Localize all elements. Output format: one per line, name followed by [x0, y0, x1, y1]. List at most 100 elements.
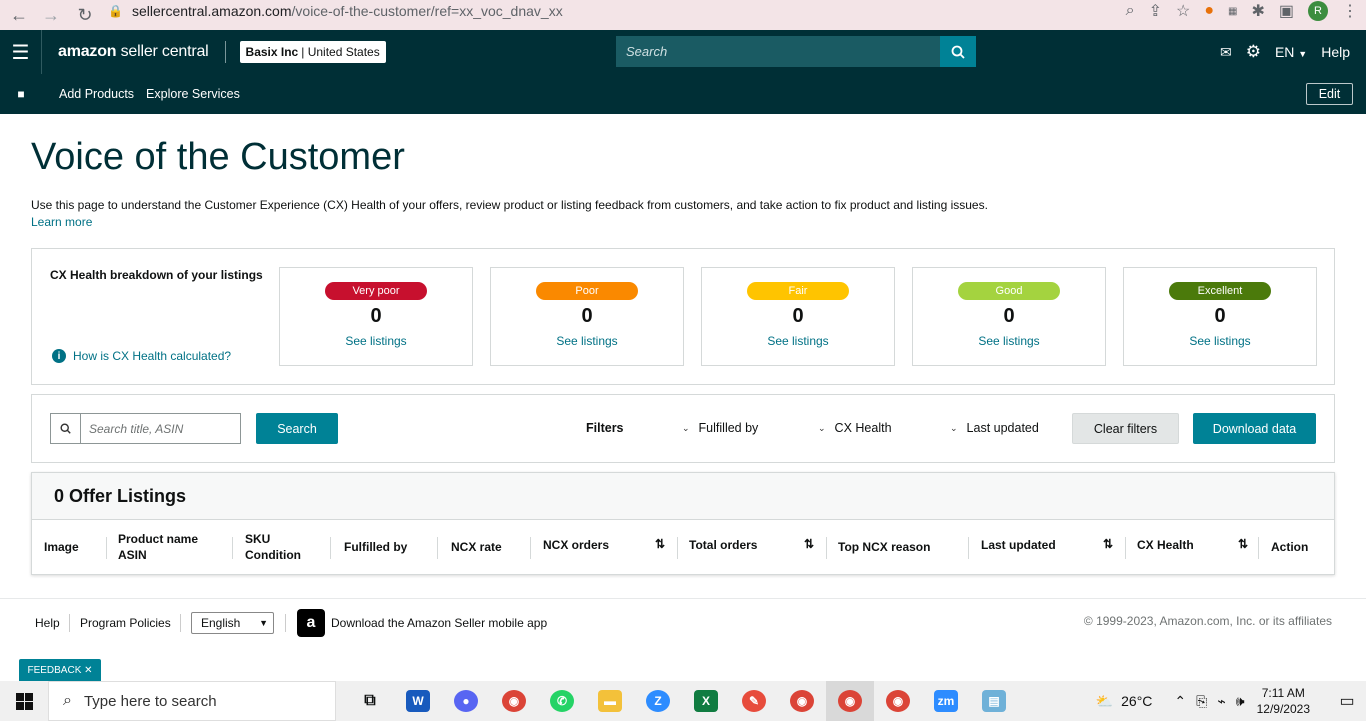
chrome-profile-icon[interactable]: ◉ — [826, 681, 874, 721]
file-explorer-icon[interactable]: ▬ — [586, 681, 634, 721]
zoom-meetings-icon[interactable]: zm — [922, 681, 970, 721]
volume-icon[interactable]: 🕪 — [1236, 693, 1245, 710]
health-tile-poor: Poor 0 See listings — [490, 267, 684, 366]
status-badge: Poor — [536, 282, 638, 300]
menu-dots-icon[interactable]: ⋮ — [1342, 1, 1358, 21]
status-badge: Excellent — [1169, 282, 1271, 300]
meet-now-icon[interactable]: ⎘ — [1196, 693, 1207, 710]
gear-icon[interactable]: ⚙ — [1246, 42, 1261, 62]
profile-avatar[interactable]: R — [1308, 1, 1328, 21]
excel-icon[interactable]: X — [682, 681, 730, 721]
help-link[interactable]: Help — [1321, 44, 1350, 60]
puzzle-icon[interactable]: ✱ — [1251, 1, 1264, 21]
cx-health-dropdown[interactable]: ⌄ CX Health — [818, 421, 892, 435]
chrome-icon[interactable]: ◉ — [490, 681, 538, 721]
filter-bar: Search title, ASIN Search Filters ⌄ Fulf… — [31, 394, 1335, 463]
column-divider — [330, 537, 331, 559]
col-action: Action — [1271, 540, 1309, 554]
extension-icon[interactable]: ▦ — [1228, 6, 1237, 17]
reload-icon[interactable]: ↻ — [72, 2, 98, 28]
task-view-icon[interactable]: ⧉ — [346, 681, 394, 721]
star-icon[interactable]: ☆ — [1176, 1, 1190, 21]
clear-filters-button[interactable]: Clear filters — [1072, 413, 1179, 444]
url-path: /voice-of-the-customer/ref=xx_voc_dnav_x… — [291, 3, 563, 19]
col-cx-health: CX Health — [1137, 538, 1194, 552]
see-listings-link[interactable]: See listings — [1124, 334, 1316, 348]
see-listings-link[interactable]: See listings — [280, 334, 472, 348]
notification-icon[interactable]: ▭ — [1328, 691, 1366, 711]
download-data-button[interactable]: Download data — [1193, 413, 1316, 444]
address-bar[interactable]: 🔒 sellercentral.amazon.com/voice-of-the-… — [108, 0, 1168, 22]
cx-health-info-link[interactable]: i How is CX Health calculated? — [52, 349, 231, 363]
zoom-icon[interactable]: ⌕ — [1126, 2, 1135, 20]
mobile-app-link[interactable]: Download the Amazon Seller mobile app — [331, 616, 547, 630]
windows-start-icon[interactable] — [0, 692, 48, 710]
word-icon[interactable]: W — [394, 681, 442, 721]
info-icon: i — [52, 349, 66, 363]
hamburger-menu-icon[interactable]: ☰ — [0, 30, 42, 74]
nav-explore-services[interactable]: Explore Services — [146, 87, 240, 101]
sort-icon[interactable]: ⇅ — [1238, 537, 1248, 551]
seller-central-header: ☰ amazon seller central Basix Inc | Unit… — [0, 30, 1366, 74]
search-button[interactable]: Search — [256, 413, 338, 444]
chrome-profile-icon[interactable]: ◉ — [874, 681, 922, 721]
table-title: 0 Offer Listings — [32, 473, 1334, 520]
mail-icon[interactable]: ✉ — [1220, 44, 1232, 61]
learn-more-link[interactable]: Learn more — [31, 215, 92, 229]
language-selector[interactable]: EN ▼ — [1275, 44, 1307, 60]
chrome-profile-icon[interactable]: ◉ — [778, 681, 826, 721]
sort-icon[interactable]: ⇅ — [804, 537, 814, 551]
footer-separator — [180, 614, 181, 632]
discord-icon[interactable]: ● — [442, 681, 490, 721]
taskbar-search[interactable]: ⌕ Type here to search — [48, 681, 336, 721]
zoom-icon[interactable]: Z — [634, 681, 682, 721]
see-listings-link[interactable]: See listings — [913, 334, 1105, 348]
clock-date: 12/9/2023 — [1256, 702, 1310, 716]
cx-health-card: CX Health breakdown of your listings i H… — [31, 248, 1335, 385]
amazon-seller-central-logo[interactable]: amazon seller central — [58, 43, 209, 61]
weather-widget[interactable]: ⛅ 26°C — [1096, 693, 1153, 710]
forward-icon[interactable]: → — [38, 2, 64, 28]
bookmark-bar: ■ Add Products Explore Services Edit — [0, 74, 1366, 114]
search-icon[interactable] — [940, 36, 976, 67]
program-policies-link[interactable]: Program Policies — [80, 616, 171, 630]
listing-search-input[interactable]: Search title, ASIN — [81, 414, 240, 443]
share-icon[interactable]: ⇪ — [1149, 1, 1162, 21]
dropdown-label: Fulfilled by — [698, 421, 759, 435]
nav-add-products[interactable]: Add Products — [59, 87, 134, 101]
dropdown-label: Last updated — [966, 421, 1039, 435]
network-icon[interactable]: ⌁ — [1217, 693, 1225, 710]
clock[interactable]: 7:11 AM 12/9/2023 — [1257, 685, 1310, 717]
bookmark-icon[interactable]: ■ — [0, 87, 42, 101]
logo-light: seller central — [120, 43, 209, 60]
tile-count: 0 — [581, 305, 593, 327]
url-host: sellercentral.amazon.com — [132, 3, 292, 19]
feedback-tab[interactable]: FEEDBACK ✕ — [19, 659, 101, 682]
see-listings-link[interactable]: See listings — [702, 334, 894, 348]
language-select[interactable]: English ▼ — [191, 612, 274, 634]
back-icon[interactable]: ← — [6, 2, 32, 28]
edit-button[interactable]: Edit — [1306, 83, 1353, 105]
account-region: United States — [307, 45, 380, 59]
sort-icon[interactable]: ⇅ — [1103, 537, 1113, 551]
amazon-app-icon[interactable]: a — [297, 609, 325, 637]
extension-icon[interactable]: ● — [1204, 2, 1214, 20]
copyright-text: © 1999-2023, Amazon.com, Inc. or its aff… — [1083, 614, 1332, 628]
see-listings-link[interactable]: See listings — [491, 334, 683, 348]
notepad-icon[interactable]: ▤ — [970, 681, 1018, 721]
footer-help-link[interactable]: Help — [35, 616, 60, 630]
account-switcher[interactable]: Basix Inc | United States — [239, 41, 386, 63]
sidepanel-icon[interactable]: ▣ — [1279, 1, 1294, 21]
browser-toolbar: ← → ↻ 🔒 sellercentral.amazon.com/voice-o… — [0, 0, 1366, 30]
sort-icon[interactable]: ⇅ — [655, 537, 665, 551]
col-product-name: Product name ASIN — [118, 531, 198, 563]
health-tile-very-poor: Very poor 0 See listings — [279, 267, 473, 366]
fulfilled-by-dropdown[interactable]: ⌄ Fulfilled by — [682, 421, 758, 435]
global-search-input[interactable]: Search — [616, 36, 940, 67]
chevron-up-icon[interactable]: ⌃ — [1174, 693, 1186, 710]
taskbar-search-placeholder: Type here to search — [83, 692, 217, 710]
last-updated-dropdown[interactable]: ⌄ Last updated — [950, 421, 1039, 435]
whatsapp-icon[interactable]: ✆ — [538, 681, 586, 721]
paint-icon[interactable]: ✎ — [730, 681, 778, 721]
account-name: Basix Inc — [245, 45, 299, 59]
